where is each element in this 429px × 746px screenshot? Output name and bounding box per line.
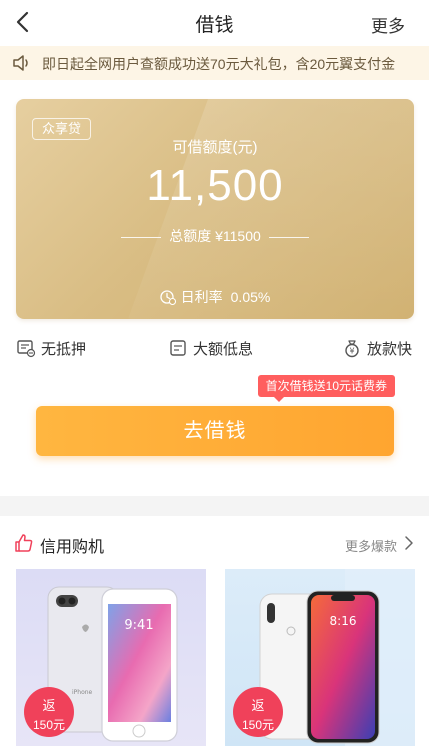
- cashback-badge: 返 150元: [233, 687, 283, 737]
- more-button[interactable]: 更多: [371, 12, 405, 37]
- screen-time: 9:41: [124, 618, 153, 633]
- notice-bar[interactable]: 即日起全网用户查额成功送70元大礼包，含20元翼支付金: [0, 46, 429, 80]
- feature-fast-payout: ¥ 放款快: [342, 336, 422, 360]
- phone-brand-text: iPhone: [72, 689, 93, 696]
- available-limit-label: 可借额度(元): [172, 139, 258, 156]
- section-divider: [0, 496, 429, 516]
- card-icon: [170, 340, 186, 356]
- svg-text:¥: ¥: [349, 347, 354, 356]
- feature-label: 无抵押: [41, 341, 87, 358]
- thumbs-up-icon: [15, 534, 33, 552]
- badge-top: 返: [251, 698, 265, 713]
- feature-label: 放款快: [367, 341, 413, 358]
- borrow-button[interactable]: 去借钱: [36, 406, 394, 456]
- available-limit-amount: 11,500: [146, 161, 284, 210]
- page-title: 借钱: [195, 15, 234, 36]
- nav-bar: 借钱 更多: [0, 0, 429, 44]
- total-limit-row: 总额度 ¥11500: [16, 226, 414, 244]
- feature-no-collateral: 无抵押: [16, 336, 106, 360]
- more-deals-link[interactable]: 更多爆款: [345, 536, 397, 555]
- speaker-icon: [13, 55, 28, 71]
- feature-row: 无抵押 大额低息 ¥ 放款快: [0, 336, 429, 360]
- divider-line: [268, 236, 309, 238]
- chevron-right-icon[interactable]: [403, 535, 415, 551]
- credit-phone-header: 信用购机 更多爆款: [0, 529, 429, 557]
- rate-clock-icon: [159, 290, 176, 305]
- feature-low-interest: 大额低息: [168, 336, 268, 360]
- cashback-badge: 返 150元: [24, 687, 74, 737]
- credit-card: 众享贷 可借额度(元) 11,500 总额度 ¥11500 日利率 0.05%: [16, 99, 414, 319]
- daily-rate-value: 0.05%: [230, 289, 271, 305]
- screen-time: 8:16: [330, 614, 357, 628]
- daily-rate-label: 日利率: [180, 289, 223, 305]
- money-bag-icon: ¥: [345, 340, 359, 358]
- notice-text: 即日起全网用户查额成功送70元大礼包，含20元翼支付金: [42, 56, 396, 72]
- feature-label: 大额低息: [193, 341, 254, 358]
- badge-top: 返: [42, 698, 56, 713]
- daily-rate-row: 日利率 0.05%: [16, 287, 414, 307]
- badge-bottom: 150元: [32, 718, 66, 732]
- product-card[interactable]: 8:16 返 150元: [225, 569, 415, 746]
- section-title: 信用购机: [40, 539, 105, 556]
- total-limit-text: 总额度 ¥11500: [169, 228, 261, 244]
- document-icon: [17, 340, 36, 358]
- divider-line: [121, 236, 162, 238]
- promo-bubble: 首次借钱送10元话费券: [257, 375, 395, 402]
- badge-bottom: 150元: [241, 718, 275, 732]
- product-card[interactable]: iPhone 9:41 返 150元: [16, 569, 206, 746]
